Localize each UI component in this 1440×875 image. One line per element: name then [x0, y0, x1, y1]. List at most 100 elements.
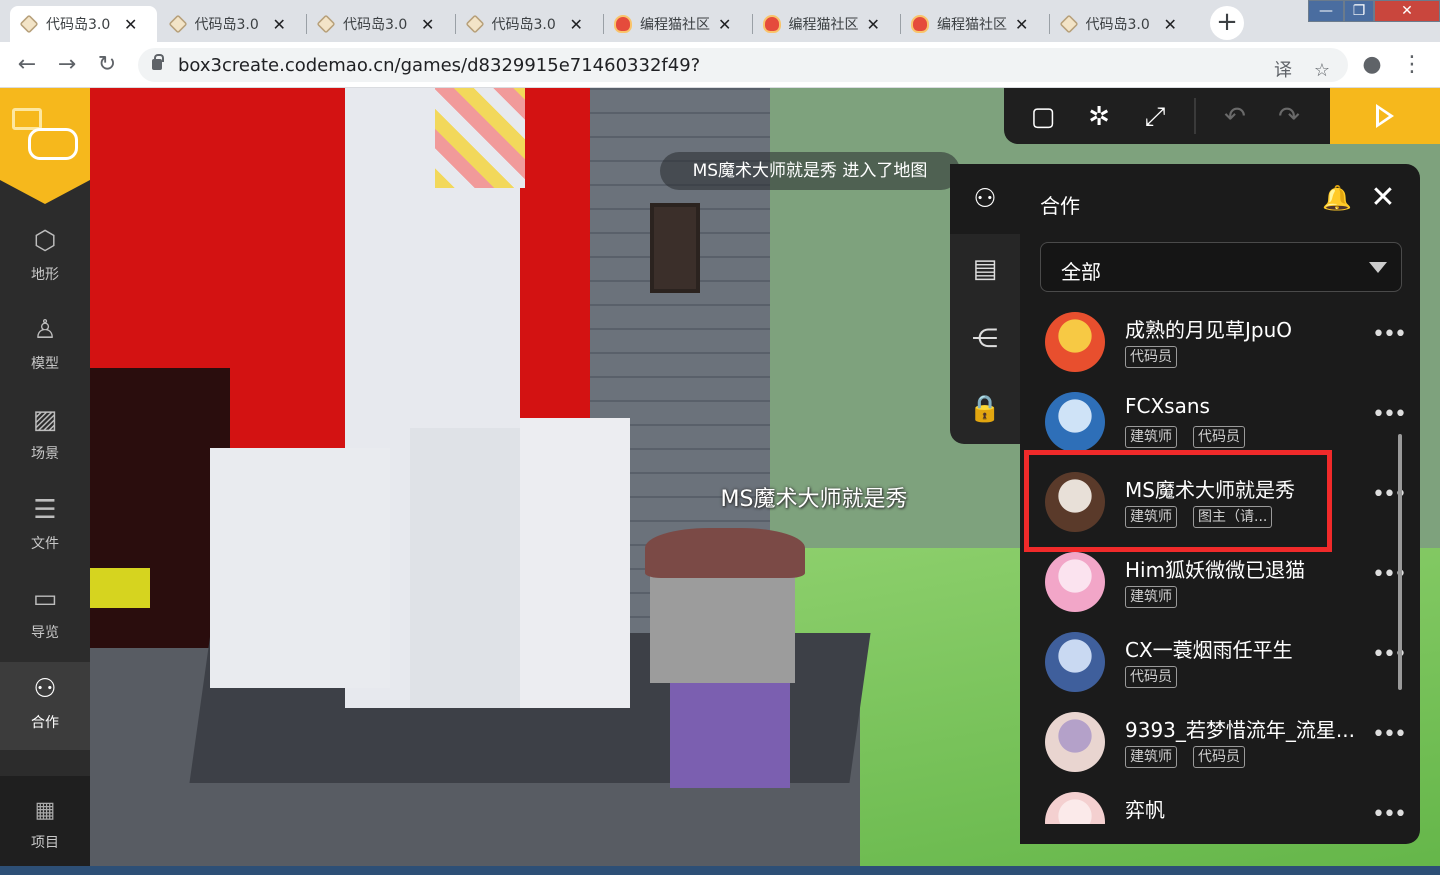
lock-tab-icon[interactable]: 🔒	[950, 374, 1020, 444]
collab-panel: 合作 🔔 ✕ 全部 成熟的月见草JpuO 代码员 ••• FCXsans 建筑师 代码员 •…	[1020, 164, 1420, 844]
role-badge: 代码员	[1193, 426, 1245, 448]
url-text[interactable]: box3create.codemao.cn/games/d8329915e714…	[178, 55, 700, 76]
scene-block	[90, 568, 150, 608]
maximize-button[interactable]: ❐	[1344, 0, 1374, 22]
role-badges: 代码员	[1125, 346, 1177, 368]
tab-close-icon[interactable]: ✕	[273, 15, 286, 34]
image-icon: ▨	[32, 405, 58, 435]
undo-icon[interactable]: ↶	[1218, 100, 1252, 134]
avatar[interactable]	[1045, 312, 1105, 372]
minimize-button[interactable]: —	[1308, 0, 1344, 22]
tab-divider	[900, 14, 901, 34]
member-name: 成熟的月见草JpuO	[1125, 318, 1293, 342]
translate-icon[interactable]: 译	[1271, 59, 1295, 83]
browser-tab[interactable]: 编程猫社区 ✕	[901, 6, 1048, 42]
file-icon: ☰	[33, 495, 57, 525]
more-options-icon[interactable]: •••	[1372, 322, 1407, 347]
avatar[interactable]	[1045, 552, 1105, 612]
role-badge: 建筑师	[1125, 426, 1177, 448]
member-name: FCXsans	[1125, 394, 1210, 418]
browser-toolbar: ← → ↻ box3create.codemao.cn/games/d83299…	[0, 42, 1440, 88]
forward-button[interactable]: →	[52, 50, 82, 80]
member-row[interactable]: CX一蓑烟雨任平生 代码员 •••	[1020, 624, 1420, 704]
member-row[interactable]: 成熟的月见草JpuO 代码员 •••	[1020, 304, 1420, 384]
browser-tab[interactable]: 代码岛3.0 ✕	[1050, 6, 1197, 42]
browser-tab[interactable]: 代码岛3.0 ✕	[307, 6, 454, 42]
folder-icon: ▭	[32, 584, 58, 614]
more-options-icon[interactable]: •••	[1372, 402, 1407, 427]
role-filter-select[interactable]: 全部	[1040, 242, 1402, 292]
sidebar-item[interactable]: ⬡ 地形	[0, 214, 90, 302]
sidebar-item[interactable]: ▭ 导览	[0, 572, 90, 660]
avatar[interactable]	[1045, 632, 1105, 692]
member-row[interactable]: MS魔术大师就是秀 建筑师 图主（请... •••	[1020, 464, 1420, 544]
member-row[interactable]: FCXsans 建筑师 代码员 •••	[1020, 384, 1420, 464]
sidebar-item-label: 地形	[31, 267, 59, 283]
sidebar-item-label: 导览	[31, 625, 59, 641]
avatar[interactable]	[1045, 472, 1105, 532]
box-icon	[19, 14, 39, 34]
player-avatar-body	[670, 668, 790, 788]
tab-close-icon[interactable]: ✕	[421, 15, 434, 34]
sidebar-item[interactable]: ♙ 模型	[0, 303, 90, 391]
app-logo[interactable]	[0, 88, 90, 180]
rocket-fin	[520, 418, 630, 708]
collab-panel-tabs: ⚇ ▤ ⋲ 🔒	[950, 164, 1020, 444]
redo-icon[interactable]: ↷	[1272, 100, 1306, 134]
bell-icon[interactable]: 🔔	[1322, 184, 1352, 216]
chat-icon[interactable]: ▢	[1026, 100, 1060, 134]
avatar[interactable]	[1045, 712, 1105, 772]
address-bar[interactable]: box3create.codemao.cn/games/d8329915e714…	[138, 48, 1348, 82]
role-badge: 建筑师	[1125, 506, 1177, 528]
member-row[interactable]: 9393_若梦惜流年_流星... 建筑师 代码员 •••	[1020, 704, 1420, 784]
member-row[interactable]: Him狐妖微微已退猫 建筑师 •••	[1020, 544, 1420, 624]
chevron-down-icon	[1369, 262, 1387, 273]
member-list-scrollbar[interactable]	[1398, 434, 1402, 690]
sidebar-item[interactable]: ▨ 场景	[0, 393, 90, 481]
logo-dropdown[interactable]	[0, 180, 90, 204]
browser-tab[interactable]: 代码岛3.0 ✕	[159, 6, 306, 42]
avatar[interactable]	[1045, 792, 1105, 824]
role-badge: 代码员	[1125, 666, 1177, 688]
member-name: CX一蓑烟雨任平生	[1125, 638, 1293, 662]
tab-close-icon[interactable]: ✕	[570, 15, 583, 34]
tab-close-icon[interactable]: ✕	[1164, 15, 1177, 34]
more-options-icon[interactable]: •••	[1372, 722, 1407, 747]
member-row[interactable]: 弈帆 •••	[1020, 784, 1420, 824]
cat-icon	[762, 15, 781, 33]
tab-close-icon[interactable]: ✕	[124, 15, 137, 34]
close-panel-button[interactable]: ✕	[1368, 182, 1398, 214]
tab-divider	[1048, 14, 1050, 34]
browser-tab[interactable]: 代码岛3.0 ✕	[456, 6, 603, 42]
avatar[interactable]	[1045, 392, 1105, 452]
tab-title: 代码岛3.0	[343, 17, 408, 33]
role-badges: 建筑师 图主（请...	[1125, 506, 1273, 528]
tab-close-icon[interactable]: ✕	[718, 15, 731, 34]
back-button[interactable]: ←	[12, 50, 42, 80]
profile-icon[interactable]: ●	[1360, 53, 1384, 77]
tab-close-icon[interactable]: ✕	[867, 15, 880, 34]
share-tab-icon[interactable]: ⋲	[950, 304, 1020, 374]
lock-icon	[152, 54, 164, 70]
browser-menu-icon[interactable]: ⋮	[1400, 53, 1424, 77]
browser-tab[interactable]: 编程猫社区 ✕	[604, 6, 751, 42]
play-button[interactable]	[1330, 88, 1440, 144]
role-badge: 代码员	[1193, 746, 1245, 768]
browser-tab[interactable]: 代码岛3.0 ✕	[10, 6, 157, 42]
more-options-icon[interactable]: •••	[1372, 802, 1407, 824]
debug-icon[interactable]: ✲	[1082, 100, 1116, 134]
sidebar-item[interactable]: ☰ 文件	[0, 483, 90, 571]
resize-icon[interactable]: ⤢	[1138, 100, 1172, 134]
reload-button[interactable]: ↻	[92, 50, 122, 80]
box-icon	[167, 14, 188, 34]
new-tab-button[interactable]: +	[1210, 6, 1244, 40]
card-tab-icon[interactable]: ▤	[950, 234, 1020, 304]
members-tab-icon[interactable]: ⚇	[950, 164, 1020, 234]
window-close-button[interactable]: ✕	[1374, 0, 1440, 22]
project-section[interactable]: ▦ 项目	[0, 776, 90, 875]
star-icon[interactable]: ☆	[1310, 59, 1334, 83]
sidebar-item-label: 合作	[31, 715, 59, 731]
tab-close-icon[interactable]: ✕	[1015, 15, 1028, 34]
sidebar-item[interactable]: ⚇ 合作	[0, 662, 90, 750]
browser-tab[interactable]: 编程猫社区 ✕	[753, 6, 900, 42]
